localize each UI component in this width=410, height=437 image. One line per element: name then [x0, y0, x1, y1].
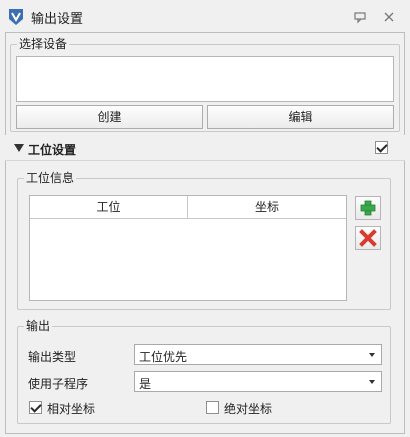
output-type-value: 工位优先 [139, 350, 188, 364]
station-table[interactable]: 工位 坐标 [29, 195, 347, 301]
collapse-arrow-icon[interactable] [14, 144, 24, 152]
relative-coordinates-label: 相对坐标 [47, 402, 96, 416]
station-info-title: 工位信息 [24, 171, 77, 185]
close-icon[interactable] [381, 9, 397, 25]
column-header-coordinate[interactable]: 坐标 [188, 196, 346, 219]
station-settings-title: 工位设置 [28, 143, 77, 157]
add-icon [360, 200, 376, 216]
app-logo-icon [9, 9, 23, 25]
subprogram-value: 是 [139, 377, 152, 391]
station-settings-enable-checkbox[interactable] [375, 141, 388, 154]
delete-station-button[interactable] [355, 226, 381, 250]
delete-icon [359, 229, 377, 247]
station-settings-header[interactable]: 工位设置 [5, 135, 405, 161]
device-list[interactable] [16, 56, 394, 102]
window-title: 输出设置 [31, 12, 84, 27]
relative-coordinates-checkbox[interactable] [29, 401, 42, 414]
absolute-coordinates-label: 绝对坐标 [224, 402, 273, 416]
output-type-label: 输出类型 [28, 350, 77, 364]
title-bar: 输出设置 [0, 0, 410, 34]
chevron-down-icon [369, 380, 375, 384]
edit-button[interactable]: 编辑 [207, 105, 394, 129]
absolute-coordinates-checkbox[interactable] [206, 401, 219, 414]
column-header-station[interactable]: 工位 [30, 196, 188, 219]
create-button[interactable]: 创建 [16, 105, 203, 129]
pin-icon[interactable] [352, 9, 368, 25]
subprogram-label: 使用子程序 [28, 377, 89, 391]
chevron-down-icon [369, 353, 375, 357]
output-type-dropdown[interactable]: 工位优先 [134, 344, 382, 365]
subprogram-dropdown[interactable]: 是 [134, 371, 382, 392]
select-device-title: 选择设备 [17, 37, 70, 51]
output-title: 输出 [24, 319, 53, 333]
add-station-button[interactable] [355, 196, 381, 220]
